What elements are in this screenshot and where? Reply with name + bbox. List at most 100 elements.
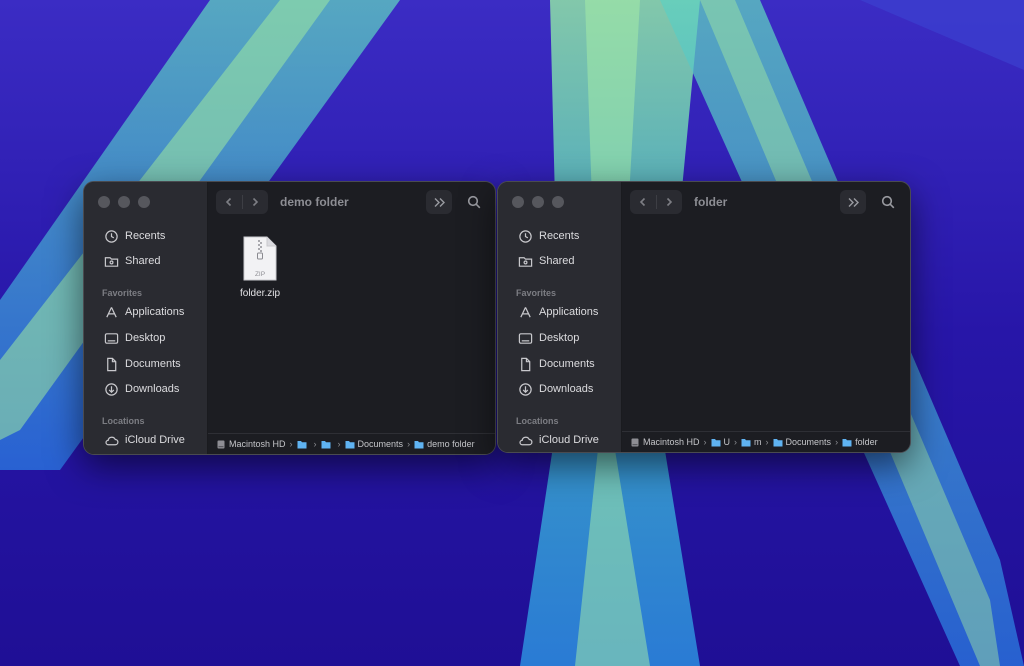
search-button[interactable]: [876, 190, 900, 214]
back-button[interactable]: [630, 190, 656, 214]
folder-icon: [773, 438, 783, 446]
sidebar-section-locations: Locations: [516, 416, 559, 426]
close-button[interactable]: [512, 196, 524, 208]
chevron-right-icon: [666, 197, 673, 207]
sidebar-item-shared[interactable]: Shared: [517, 251, 574, 271]
search-icon: [467, 195, 481, 209]
applications-icon: [103, 304, 119, 320]
path-item-documents[interactable]: Documents: [773, 437, 831, 447]
clock-icon: [517, 228, 533, 244]
folder-icon: [297, 440, 307, 448]
document-icon: [517, 356, 533, 372]
path-item-demo-folder[interactable]: demo folder: [414, 439, 475, 449]
folder-icon: [842, 438, 852, 446]
navigation-buttons: [630, 190, 682, 214]
sidebar-item-recents[interactable]: Recents: [103, 226, 165, 246]
file-browser-area[interactable]: [622, 222, 910, 432]
file-item-folder-zip[interactable]: ZIP folder.zip: [234, 236, 286, 299]
path-separator-chevron: ›: [313, 439, 317, 449]
desktop-icon: [517, 330, 533, 346]
path-item-user-folder[interactable]: m: [741, 437, 762, 447]
finder-sidebar: Recents Shared Favorites Applications De…: [84, 182, 208, 454]
applications-icon: [517, 304, 533, 320]
minimize-button[interactable]: [118, 196, 130, 208]
path-item-macintosh-hd[interactable]: Macintosh HD: [216, 439, 286, 449]
sidebar-section-favorites: Favorites: [516, 288, 557, 298]
window-controls: [512, 196, 564, 208]
sidebar-item-downloads[interactable]: Downloads: [517, 379, 593, 399]
chevron-left-icon: [639, 197, 646, 207]
finder-sidebar: Recents Shared Favorites Applications De…: [498, 182, 622, 452]
clock-icon: [103, 228, 119, 244]
folder-icon: [321, 440, 331, 448]
finder-window-folder: Recents Shared Favorites Applications De…: [497, 181, 911, 453]
shared-folder-icon: [517, 253, 533, 269]
chevron-right-icon: [252, 197, 259, 207]
path-item-folder[interactable]: folder: [842, 437, 878, 447]
sidebar-section-locations: Locations: [102, 416, 145, 426]
zoom-button[interactable]: [138, 196, 150, 208]
hard-drive-icon: [217, 440, 225, 448]
double-chevron-right-icon: [434, 197, 445, 207]
sidebar-item-icloud-drive[interactable]: iCloud Drive: [103, 430, 185, 450]
desktop-icon: [103, 330, 119, 346]
sidebar-item-applications[interactable]: Applications: [517, 302, 598, 322]
path-separator-chevron: ›: [765, 437, 769, 447]
folder-icon: [345, 440, 355, 448]
download-icon: [103, 381, 119, 397]
forward-button[interactable]: [242, 190, 268, 214]
download-icon: [517, 381, 533, 397]
path-separator-chevron: ›: [337, 439, 341, 449]
search-icon: [881, 195, 895, 209]
search-button[interactable]: [462, 190, 486, 214]
window-title: demo folder: [280, 195, 349, 209]
document-icon: [103, 356, 119, 372]
path-item-user-folder[interactable]: [321, 440, 334, 449]
cloud-icon: [103, 432, 119, 448]
hard-drive-icon: [631, 438, 639, 446]
sidebar-item-shared[interactable]: Shared: [103, 251, 160, 271]
folder-icon: [414, 440, 424, 448]
sidebar-item-documents[interactable]: Documents: [517, 354, 595, 374]
sidebar-item-recents[interactable]: Recents: [517, 226, 579, 246]
forward-button[interactable]: [656, 190, 682, 214]
chevron-left-icon: [225, 197, 232, 207]
path-item-users-folder[interactable]: U: [711, 437, 730, 447]
finder-window-demo-folder: Recents Shared Favorites Applications De…: [83, 181, 496, 455]
folder-icon: [711, 438, 721, 446]
shared-folder-icon: [103, 253, 119, 269]
sidebar-item-desktop[interactable]: Desktop: [103, 328, 165, 348]
sidebar-item-icloud-drive[interactable]: iCloud Drive: [517, 430, 599, 450]
sidebar-item-applications[interactable]: Applications: [103, 302, 184, 322]
path-item-users-folder[interactable]: [297, 440, 310, 449]
sidebar-item-desktop[interactable]: Desktop: [517, 328, 579, 348]
folder-icon: [741, 438, 751, 446]
path-separator-chevron: ›: [734, 437, 738, 447]
finder-toolbar: demo folder: [208, 182, 495, 222]
file-browser-area[interactable]: ZIP folder.zip: [208, 222, 495, 434]
minimize-button[interactable]: [532, 196, 544, 208]
toolbar-overflow-button[interactable]: [426, 190, 452, 214]
toolbar-overflow-button[interactable]: [840, 190, 866, 214]
navigation-buttons: [216, 190, 268, 214]
path-separator-chevron: ›: [703, 437, 707, 447]
path-separator-chevron: ›: [289, 439, 293, 449]
path-item-macintosh-hd[interactable]: Macintosh HD: [630, 437, 700, 447]
sidebar-item-downloads[interactable]: Downloads: [103, 379, 179, 399]
double-chevron-right-icon: [848, 197, 859, 207]
file-name-label: folder.zip: [239, 288, 281, 299]
cloud-icon: [517, 432, 533, 448]
zip-archive-icon: ZIP: [243, 236, 277, 281]
back-button[interactable]: [216, 190, 242, 214]
sidebar-item-documents[interactable]: Documents: [103, 354, 181, 374]
zoom-button[interactable]: [552, 196, 564, 208]
path-separator-chevron: ›: [835, 437, 839, 447]
close-button[interactable]: [98, 196, 110, 208]
finder-toolbar: folder: [622, 182, 910, 222]
sidebar-section-favorites: Favorites: [102, 288, 143, 298]
svg-text:ZIP: ZIP: [255, 271, 265, 278]
window-controls: [98, 196, 150, 208]
path-separator-chevron: ›: [407, 439, 411, 449]
path-bar: Macintosh HD › › › Documents › demo fold…: [208, 433, 495, 454]
path-item-documents[interactable]: Documents: [345, 439, 403, 449]
